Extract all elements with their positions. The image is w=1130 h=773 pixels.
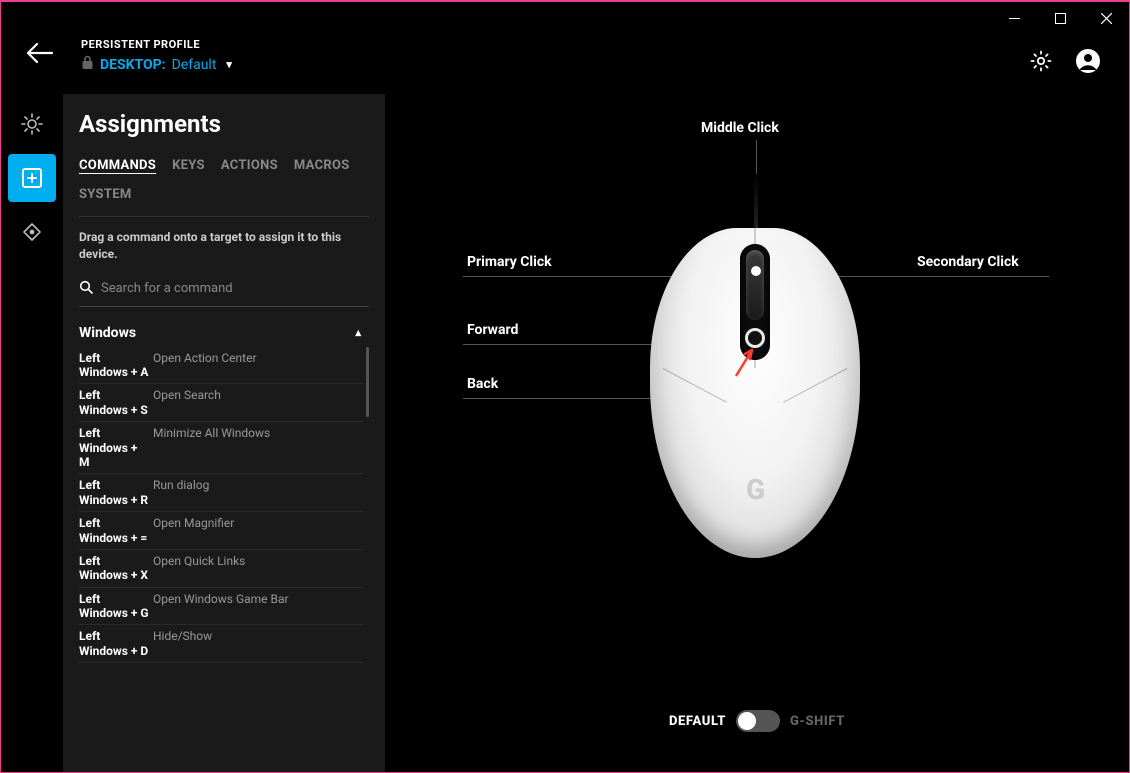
mouse-illustration: G	[650, 228, 860, 558]
maximize-button[interactable]	[1037, 2, 1083, 34]
chevron-up-icon: ▴	[355, 326, 361, 339]
toggle-label-default: DEFAULT	[669, 714, 726, 729]
profile-selector[interactable]: DESKTOP: Default ▾	[81, 55, 1129, 74]
command-item[interactable]: Left Windows + RRun dialog	[79, 474, 363, 512]
command-list[interactable]: Left Windows + AOpen Action Center Left …	[79, 347, 369, 772]
command-item[interactable]: Left Windows + XOpen Quick Links	[79, 550, 363, 588]
account-button[interactable]	[1075, 48, 1101, 74]
search-bar	[79, 275, 369, 307]
header-actions	[1029, 48, 1101, 74]
label-back[interactable]: Back	[467, 376, 498, 392]
toggle-label-gshift: G-SHIFT	[790, 714, 845, 729]
rail-sensitivity[interactable]	[8, 208, 56, 256]
tab-system[interactable]: SYSTEM	[79, 187, 132, 202]
tab-commands[interactable]: COMMANDS	[79, 158, 156, 173]
app-window: PERSISTENT PROFILE DESKTOP: Default ▾	[0, 0, 1130, 773]
callout-line	[463, 398, 665, 399]
side-rail	[1, 94, 63, 772]
command-item[interactable]: Left Windows + MMinimize All Windows	[79, 422, 363, 474]
settings-button[interactable]	[1029, 49, 1053, 73]
command-item[interactable]: Left Windows + AOpen Action Center	[79, 347, 363, 385]
scroll-wheel[interactable]	[746, 250, 764, 320]
marker-middle[interactable]	[751, 266, 761, 276]
logitech-logo: G	[746, 473, 764, 506]
tab-keys[interactable]: KEYS	[172, 158, 205, 173]
profile-name: Default	[172, 57, 217, 73]
command-item[interactable]: Left Windows + =Open Magnifier	[79, 512, 363, 550]
chevron-down-icon: ▾	[226, 58, 232, 71]
command-item[interactable]: Left Windows + GOpen Windows Game Bar	[79, 588, 363, 626]
label-forward[interactable]: Forward	[467, 322, 518, 338]
annotation-arrow	[730, 342, 760, 384]
toggle-switch[interactable]	[736, 710, 780, 732]
section-title: Windows	[79, 325, 136, 341]
main-area: Assignments COMMANDS KEYS ACTIONS MACROS…	[1, 94, 1129, 772]
mouse-cable	[754, 174, 758, 229]
search-icon	[79, 279, 93, 298]
back-button[interactable]	[25, 42, 53, 68]
command-item[interactable]: Left Windows + SOpen Search	[79, 384, 363, 422]
rail-lighting[interactable]	[8, 100, 56, 148]
search-input[interactable]	[101, 281, 369, 296]
profile-label: PERSISTENT PROFILE	[81, 38, 1129, 51]
device-canvas: Middle Click Primary Click Secondary Cli…	[385, 94, 1129, 772]
command-item[interactable]: Left Windows + DHide/Show	[79, 625, 363, 663]
callout-line	[463, 344, 665, 345]
label-middle-click[interactable]: Middle Click	[701, 120, 779, 136]
gshift-toggle: DEFAULT G-SHIFT	[669, 710, 845, 732]
close-button[interactable]	[1083, 2, 1129, 34]
panel-title: Assignments	[79, 110, 369, 138]
assignments-panel: Assignments COMMANDS KEYS ACTIONS MACROS…	[63, 94, 385, 772]
rail-assignments[interactable]	[8, 154, 56, 202]
label-secondary-click[interactable]: Secondary Click	[917, 254, 1019, 270]
tab-actions[interactable]: ACTIONS	[221, 158, 278, 173]
lock-icon	[81, 55, 94, 74]
window-titlebar	[1, 2, 1129, 34]
panel-hint: Drag a command onto a target to assign i…	[79, 229, 369, 263]
minimize-button[interactable]	[991, 2, 1037, 34]
label-primary-click[interactable]: Primary Click	[467, 254, 552, 270]
panel-tabs: COMMANDS KEYS ACTIONS MACROS SYSTEM	[79, 158, 369, 217]
callout-line	[756, 140, 757, 174]
tab-macros[interactable]: MACROS	[294, 158, 350, 173]
profile-prefix: DESKTOP:	[100, 57, 166, 73]
app-header: PERSISTENT PROFILE DESKTOP: Default ▾	[1, 34, 1129, 94]
section-header[interactable]: Windows ▴	[79, 321, 369, 347]
